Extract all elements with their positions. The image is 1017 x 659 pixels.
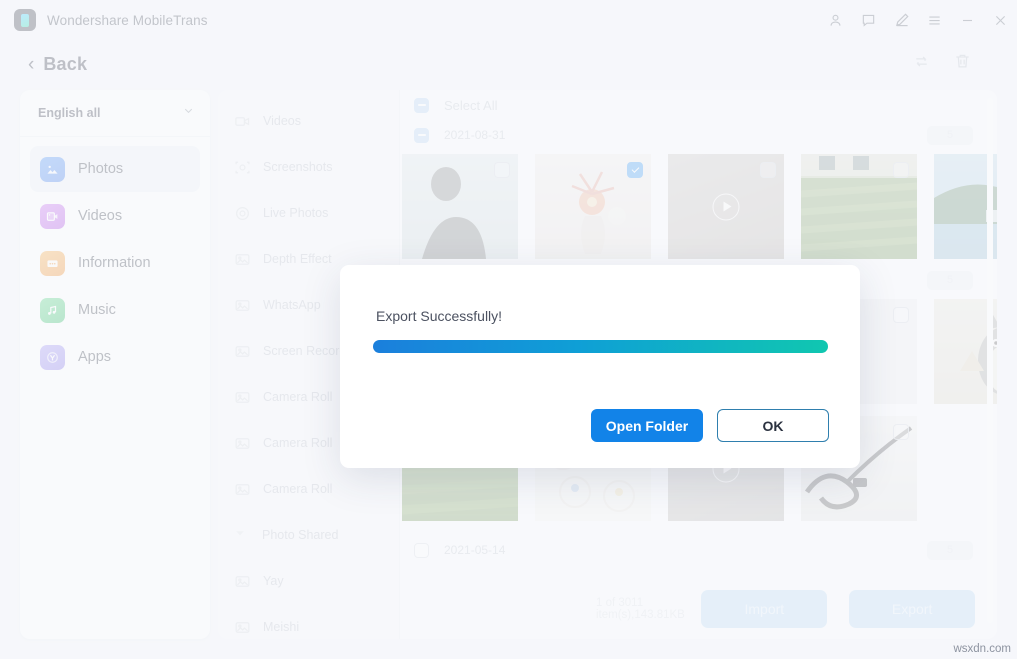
progress-bar bbox=[373, 340, 828, 353]
open-folder-button[interactable]: Open Folder bbox=[591, 409, 703, 442]
dialog-actions: Open Folder OK bbox=[591, 409, 829, 442]
ok-button[interactable]: OK bbox=[717, 409, 829, 442]
dialog-title: Export Successfully! bbox=[376, 308, 502, 324]
export-success-dialog: Export Successfully! Open Folder OK bbox=[340, 265, 860, 468]
watermark: wsxdn.com bbox=[953, 643, 1011, 655]
app-window: Wondershare MobileTrans bbox=[0, 0, 1017, 659]
